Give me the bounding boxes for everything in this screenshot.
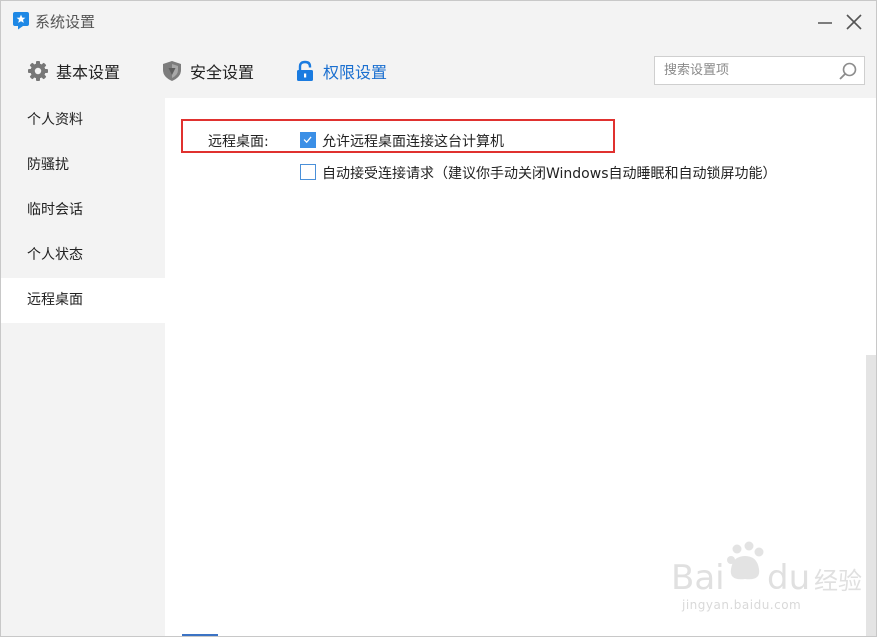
app-logo-icon: [13, 12, 29, 30]
sidebar-item-label: 防骚扰: [27, 157, 69, 173]
sidebar-item-remote-desktop[interactable]: 远程桌面: [1, 278, 165, 323]
tab-basic-settings-label: 基本设置: [56, 63, 121, 82]
svg-text:du: du: [767, 558, 810, 598]
tab-security-settings-label: 安全设置: [190, 63, 255, 82]
sidebar-item-temp-session[interactable]: 临时会话: [1, 188, 165, 233]
sidebar-item-label: 临时会话: [27, 202, 83, 218]
sidebar-item-label: 个人状态: [27, 247, 83, 263]
tab-permission-settings[interactable]: 权限设置: [294, 57, 387, 85]
auto-accept-text[interactable]: 自动接受连接请求（建议你手动关闭Windows自动睡眠和自动锁屏功能）: [322, 163, 777, 183]
tab-permission-settings-label: 权限设置: [323, 63, 388, 82]
settings-sidebar: 个人资料 防骚扰 临时会话 个人状态 远程桌面: [1, 98, 165, 636]
minimize-icon[interactable]: [815, 12, 835, 32]
allow-remote-desktop-text[interactable]: 允许远程桌面连接这台计算机: [322, 131, 504, 151]
tab-basic-settings[interactable]: 基本设置: [27, 57, 120, 85]
search-icon[interactable]: [838, 61, 858, 81]
search-input[interactable]: [655, 57, 849, 84]
auto-accept-checkbox[interactable]: [300, 164, 316, 180]
sidebar-item-label: 个人资料: [27, 112, 83, 128]
tab-security-settings[interactable]: 安全设置: [161, 57, 254, 85]
sidebar-item-status[interactable]: 个人状态: [1, 233, 165, 278]
sidebar-item-label: 远程桌面: [27, 292, 83, 308]
remote-desktop-label: 远程桌面:: [208, 134, 269, 150]
sidebar-item-profile[interactable]: 个人资料: [1, 98, 165, 143]
sidebar-item-anti-harassment[interactable]: 防骚扰: [1, 143, 165, 188]
window-title: 系统设置: [35, 13, 96, 31]
svg-text:经验: 经验: [814, 567, 862, 595]
title-bar: 系统设置: [1, 1, 876, 43]
bottom-indicator: [182, 634, 218, 636]
close-icon[interactable]: [844, 12, 864, 32]
checkmark-icon: [303, 136, 312, 144]
search-box: [654, 56, 865, 85]
allow-remote-desktop-checkbox[interactable]: [300, 132, 316, 148]
svg-text:Bai: Bai: [671, 558, 725, 598]
shield-icon: [163, 61, 181, 81]
watermark-url: jingyan.baidu.com: [682, 598, 802, 612]
settings-toolbar: 基本设置 安全设置 权限设置: [1, 43, 876, 98]
gear-icon: [28, 61, 48, 81]
settings-window: 系统设置 基本设置 安全设置 权限设置 搜索设置项 个人资料 防骚扰 临时会话 …: [0, 0, 877, 637]
lock-icon: [297, 60, 313, 81]
